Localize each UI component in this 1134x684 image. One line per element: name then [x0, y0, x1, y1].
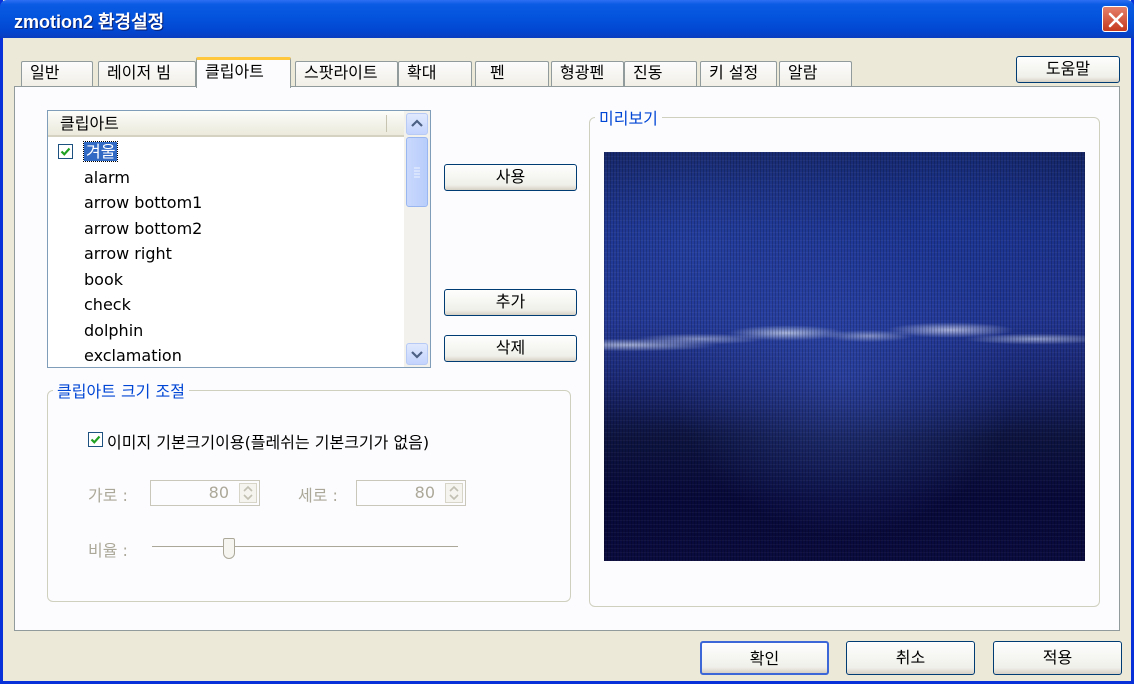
clipart-list-header[interactable]: 클립아트: [48, 111, 404, 137]
close-button[interactable]: [1102, 6, 1128, 32]
list-item[interactable]: arrow bottom2: [48, 216, 404, 242]
tab-alarm-label: 알람: [788, 63, 818, 82]
tab-general[interactable]: 일반: [21, 61, 93, 86]
apply-button[interactable]: 적용: [993, 641, 1122, 675]
height-field[interactable]: 80: [356, 480, 466, 506]
use-default-size-checkbox[interactable]: [88, 432, 103, 447]
item-checkbox[interactable]: [58, 144, 73, 159]
scroll-up-button[interactable]: [406, 113, 428, 135]
tab-laser-beam[interactable]: 레이저 빔: [98, 61, 196, 86]
list-item[interactable]: arrow bottom1: [48, 190, 404, 216]
height-label: 세로 :: [298, 486, 338, 505]
list-item[interactable]: book: [48, 267, 404, 293]
list-scrollbar[interactable]: [404, 111, 430, 367]
clipart-list-rows: 겨울 alarm arrow bottom1 arrow bottom2 arr…: [48, 139, 404, 367]
chevron-down-icon: [411, 351, 423, 359]
tab-vibration-label: 진동: [633, 63, 663, 82]
delete-button[interactable]: 삭제: [444, 335, 577, 362]
tab-pen[interactable]: 펜: [475, 61, 549, 86]
height-value: 80: [414, 483, 435, 502]
size-group-title: 클립아트 크기 조절: [53, 378, 189, 402]
item-label: alarm: [84, 167, 130, 187]
item-label: arrow bottom2: [84, 218, 203, 238]
width-label: 가로 :: [88, 486, 128, 505]
spinner-icon: [449, 485, 459, 501]
clipart-list[interactable]: 클립아트 겨울 alarm arrow bottom1 arrow bottom…: [47, 110, 431, 368]
tab-key-settings-label: 키 설정: [709, 63, 759, 82]
preview-image: [604, 152, 1085, 561]
header-divider: [386, 115, 387, 132]
scroll-thumb[interactable]: [406, 137, 428, 207]
list-item[interactable]: arrow right: [48, 241, 404, 267]
cancel-button[interactable]: 취소: [846, 641, 975, 675]
width-field[interactable]: 80: [150, 480, 260, 506]
ok-button[interactable]: 확인: [700, 641, 829, 675]
width-spinner[interactable]: [239, 483, 257, 503]
scroll-down-button[interactable]: [406, 343, 428, 365]
ratio-slider-track[interactable]: [152, 546, 458, 549]
tab-laser-beam-label: 레이저 빔: [107, 63, 171, 82]
item-label: check: [84, 295, 131, 314]
tab-highlighter-label: 형광펜: [560, 63, 605, 82]
ratio-slider-thumb[interactable]: [223, 538, 235, 559]
tab-spotlight[interactable]: 스팟라이트: [295, 61, 398, 86]
item-label: dolphin: [84, 320, 144, 340]
tab-clipart-label: 클립아트: [205, 62, 264, 81]
list-item[interactable]: check: [48, 292, 404, 318]
height-spinner[interactable]: [445, 483, 463, 503]
item-label: 겨울: [82, 141, 119, 162]
ratio-label: 비율 :: [88, 541, 128, 560]
tab-general-label: 일반: [30, 63, 60, 82]
close-icon: [1108, 12, 1124, 28]
tab-vibration[interactable]: 진동: [624, 61, 697, 86]
spinner-icon: [243, 485, 253, 501]
item-label: arrow bottom1: [84, 193, 203, 212]
width-value: 80: [208, 483, 229, 502]
tab-clipart[interactable]: 클립아트: [196, 57, 291, 88]
preview-group-title: 미리보기: [595, 105, 662, 129]
clipart-list-header-label: 클립아트: [60, 114, 119, 133]
check-icon: [60, 147, 71, 156]
tab-zoom-label: 확대: [407, 63, 437, 82]
help-button[interactable]: 도움말: [1016, 56, 1120, 83]
item-label: arrow right: [84, 244, 172, 263]
list-item[interactable]: 겨울: [48, 139, 404, 165]
item-label: exclamation: [84, 346, 182, 365]
tab-alarm[interactable]: 알람: [779, 61, 852, 86]
list-item[interactable]: alarm: [48, 165, 404, 191]
tab-highlighter[interactable]: 형광펜: [551, 61, 624, 86]
preview-texture: [604, 152, 1085, 561]
check-icon: [90, 435, 101, 444]
window-title: zmotion2 환경설정: [14, 12, 165, 32]
add-button[interactable]: 추가: [444, 289, 577, 316]
tab-spotlight-label: 스팟라이트: [304, 63, 378, 82]
grip-icon: [414, 167, 420, 178]
tab-pen-label: 펜: [490, 63, 505, 82]
tab-key-settings[interactable]: 키 설정: [700, 61, 777, 86]
list-item[interactable]: dolphin: [48, 318, 404, 344]
title-bar[interactable]: zmotion2 환경설정: [0, 0, 1134, 38]
use-button[interactable]: 사용: [444, 164, 577, 191]
use-default-size-label: 이미지 기본크기이용(플레쉬는 기본크기가 없음): [107, 433, 430, 452]
chevron-up-icon: [411, 119, 423, 127]
list-item[interactable]: exclamation: [48, 343, 404, 367]
tab-zoom[interactable]: 확대: [398, 61, 472, 86]
item-label: book: [84, 269, 123, 289]
